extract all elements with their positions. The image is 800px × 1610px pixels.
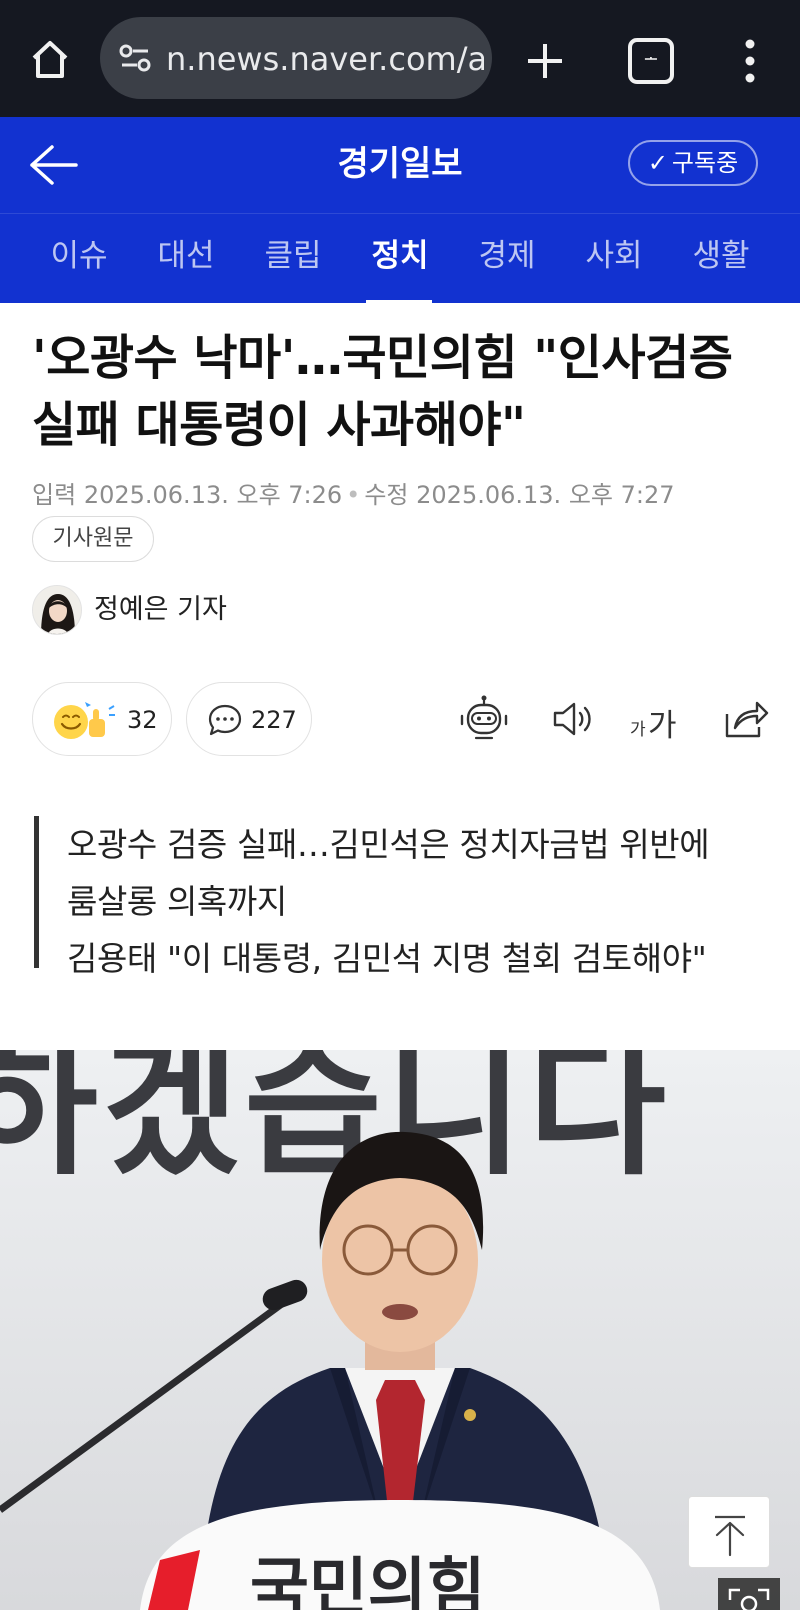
comment-icon [207,702,243,738]
arrow-up-icon [715,1515,745,1557]
tab-issue[interactable]: 이슈 [29,214,129,304]
font-size-small-glyph: 가 [630,720,646,740]
modified-date: 2025.06.13. 오후 7:27 [416,481,675,509]
tab-switcher-button[interactable]: ᅩ [628,38,674,84]
summary-line: 룸살롱 의혹까지 [67,882,287,921]
active-tab-indicator [366,300,432,304]
article-photo[interactable]: 하겠습니다 국민의힘 [0,1050,800,1610]
font-size-big-glyph: 가 [648,708,677,744]
tab-life[interactable]: 생활 [671,214,771,304]
new-tab-icon[interactable] [520,36,570,86]
subscribe-label: 구독중 [671,149,739,177]
back-arrow-icon[interactable] [28,143,80,187]
more-menu-icon[interactable] [735,36,765,86]
modified-label: 수정 [364,481,409,509]
check-icon: ✓ [647,149,668,177]
summary-line: 김용태 "이 대통령, 김민석 지명 철회 검토해야" [67,939,707,978]
home-icon[interactable] [26,36,74,84]
tab-politics[interactable]: 정치 [350,214,450,304]
reaction-count: 32 [127,706,158,734]
smile-thumbs-up-icon [51,697,117,743]
comment-button[interactable]: 227 [186,682,312,756]
address-bar[interactable]: n.news.naver.com/a [100,17,492,99]
input-label: 입력 [32,481,77,509]
tab-election[interactable]: 대선 [136,214,236,304]
ai-summary-robot-icon[interactable] [459,694,509,744]
category-nav: 이슈 대선 클립 정치 경제 사회 생활 [0,213,800,304]
scroll-to-top-button[interactable] [688,1496,770,1568]
article-headline: '오광수 낙마'…국민의힘 "인사검증 실패 대통령이 사과해야" [32,330,733,453]
publisher-name[interactable]: 경기일보 [250,141,550,187]
speaker-icon[interactable] [549,694,599,744]
comment-count: 227 [251,706,297,734]
reaction-button[interactable]: 32 [32,682,172,756]
original-article-button[interactable]: 기사원문 [32,516,154,562]
tab-count: ᅩ [644,52,658,68]
browser-toolbar: n.news.naver.com/a ᅩ [0,0,800,117]
input-date: 2025.06.13. 오후 7:26 [83,481,343,509]
share-icon[interactable] [721,694,771,744]
site-settings-icon[interactable] [118,41,152,75]
article-dates: 입력 2025.06.13. 오후 7:26 • 수정 2025.06.13. 오후… [32,481,675,509]
tab-society[interactable]: 사회 [564,214,664,304]
expand-image-icon[interactable] [718,1578,780,1610]
article-summary: 오광수 검증 실패…김민석은 정치자금법 위반에 룸살롱 의혹까지 김용태 "이… [34,816,774,978]
tab-clip[interactable]: 클립 [243,214,343,304]
font-size-button[interactable]: 가 가 [630,698,686,744]
tab-economy[interactable]: 경제 [457,214,557,304]
url-text[interactable]: n.news.naver.com/a [166,39,484,79]
subscribe-button[interactable]: ✓ 구독중 [628,140,758,186]
avatar[interactable] [32,585,82,635]
podium-text: 국민의힘 [250,1552,486,1610]
summary-line: 오광수 검증 실패…김민석은 정치자금법 위반에 [67,825,710,864]
reporter-name[interactable]: 정예은 기자 [94,593,294,627]
publisher-header: 경기일보 ✓ 구독중 [0,117,800,213]
